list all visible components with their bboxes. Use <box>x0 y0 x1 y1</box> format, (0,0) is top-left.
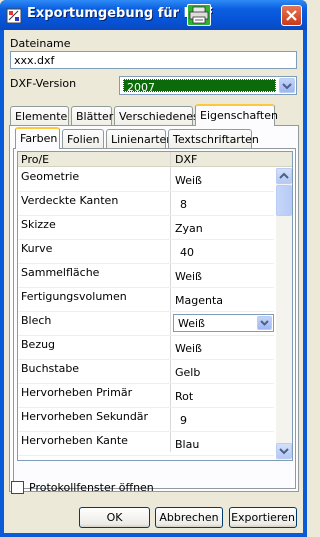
table-row[interactable]: Skizze Zyan <box>18 216 274 240</box>
row-label: Geometrie <box>21 170 80 183</box>
subtab-textschriftarten[interactable]: Textschriftarten <box>168 129 259 149</box>
subtab-farben[interactable]: Farben <box>15 127 60 149</box>
dxf-version-value: 2007 <box>123 79 276 94</box>
subtab-linienarten[interactable]: Linienarten <box>106 129 173 149</box>
window-title: Exportumgebung für DXF <box>27 6 214 21</box>
table-row[interactable]: Bezug Weiß <box>18 336 274 360</box>
row-label: Sammelfläche <box>21 266 100 279</box>
row-value: Weiß <box>178 317 205 330</box>
table-row[interactable]: Hervorheben Sekundär 9 <box>18 408 274 432</box>
column-header-proe: Pro/E <box>21 153 50 166</box>
row-value[interactable]: Weiß <box>175 342 202 355</box>
table-row[interactable]: Hervorheben Primär Rot <box>18 384 274 408</box>
tab-blaetter[interactable]: Blätter <box>71 106 113 126</box>
color-mapping-grid: Pro/E DXF Geometrie Weiß Verdeckte Kante… <box>17 151 293 461</box>
row-value[interactable]: Blau <box>175 438 199 451</box>
print-button[interactable] <box>187 4 211 26</box>
filename-label: Dateiname <box>10 37 71 50</box>
grid-header: Pro/E DXF <box>18 152 292 167</box>
table-row[interactable]: Verdeckte Kanten 8 <box>18 192 274 216</box>
row-value[interactable]: Rot <box>175 390 193 403</box>
printer-icon <box>189 6 209 24</box>
table-row[interactable]: Buchstabe Gelb <box>18 360 274 384</box>
table-row[interactable]: Fertigungsvolumen Magenta <box>18 288 274 312</box>
chevron-down-icon[interactable] <box>279 78 295 93</box>
dxf-export-icon <box>6 8 22 24</box>
scroll-up-button[interactable] <box>276 168 292 184</box>
dxf-version-select[interactable]: 2007 <box>119 76 297 95</box>
column-header-dxf: DXF <box>175 153 198 166</box>
table-row[interactable]: Sammelfläche Weiß <box>18 264 274 288</box>
row-label: Blech <box>21 314 52 327</box>
row-label: Skizze <box>21 218 56 231</box>
tab-eigenschaften[interactable]: Eigenschaften <box>195 104 278 126</box>
row-value[interactable]: 8 <box>180 198 187 211</box>
title-bar[interactable]: Exportumgebung für DXF <box>0 0 307 30</box>
table-row[interactable]: Blech Weiß <box>18 312 274 336</box>
chevron-up-icon <box>279 172 289 179</box>
row-label: Hervorheben Sekundär <box>21 410 149 423</box>
table-row[interactable]: Geometrie Weiß <box>18 168 274 192</box>
protocol-window-checkbox[interactable] <box>11 481 24 494</box>
export-button[interactable]: Exportieren <box>229 507 297 528</box>
row-label: Buchstabe <box>21 362 80 375</box>
table-row[interactable]: Kurve 40 <box>18 240 274 264</box>
dialog-body: Dateiname xxx.dxf DXF-Version 2007 Eleme… <box>4 30 303 533</box>
row-label: Bezug <box>21 338 56 351</box>
protocol-window-label[interactable]: Protokollfenster öffnen <box>29 481 154 494</box>
row-label: Fertigungsvolumen <box>21 290 127 303</box>
close-icon <box>286 10 297 21</box>
ok-button[interactable]: OK <box>79 507 150 528</box>
row-value[interactable]: Weiß <box>175 174 202 187</box>
row-value[interactable]: 40 <box>180 246 194 259</box>
tab-panel-eigenschaften: Farben Folien Linienarten Textschriftart… <box>9 125 299 492</box>
subtab-panel-farben: Pro/E DXF Geometrie Weiß Verdeckte Kante… <box>13 148 296 489</box>
chevron-down-icon[interactable] <box>257 316 272 330</box>
close-button[interactable] <box>281 5 302 26</box>
row-label: Kurve <box>21 242 53 255</box>
tab-verschiedenes[interactable]: Verschiedenes <box>114 106 199 126</box>
row-value[interactable]: Gelb <box>175 366 200 379</box>
row-value-select[interactable]: Weiß <box>173 314 274 332</box>
filename-input[interactable]: xxx.dxf <box>10 51 297 69</box>
row-value[interactable]: Zyan <box>175 222 203 235</box>
row-value[interactable]: 9 <box>180 414 187 427</box>
vertical-scrollbar[interactable] <box>276 168 292 460</box>
scroll-thumb[interactable] <box>276 185 292 216</box>
dialog-window: Exportumgebung für DXF Dateiname xxx.dxf… <box>0 0 307 537</box>
table-row[interactable]: Hervorheben Kante Blau <box>18 432 274 456</box>
subtab-folien[interactable]: Folien <box>62 129 104 149</box>
row-value[interactable]: Weiß <box>175 270 202 283</box>
row-label: Verdeckte Kanten <box>21 194 119 207</box>
row-label: Hervorheben Primär <box>21 386 133 399</box>
row-value[interactable]: Magenta <box>175 294 223 307</box>
scroll-down-button[interactable] <box>276 443 292 459</box>
cancel-button[interactable]: Abbrechen <box>155 507 223 528</box>
dxf-version-label: DXF-Version <box>10 77 77 90</box>
chevron-down-icon <box>279 448 289 455</box>
tab-elemente[interactable]: Elemente <box>10 106 69 126</box>
row-label: Hervorheben Kante <box>21 434 128 447</box>
